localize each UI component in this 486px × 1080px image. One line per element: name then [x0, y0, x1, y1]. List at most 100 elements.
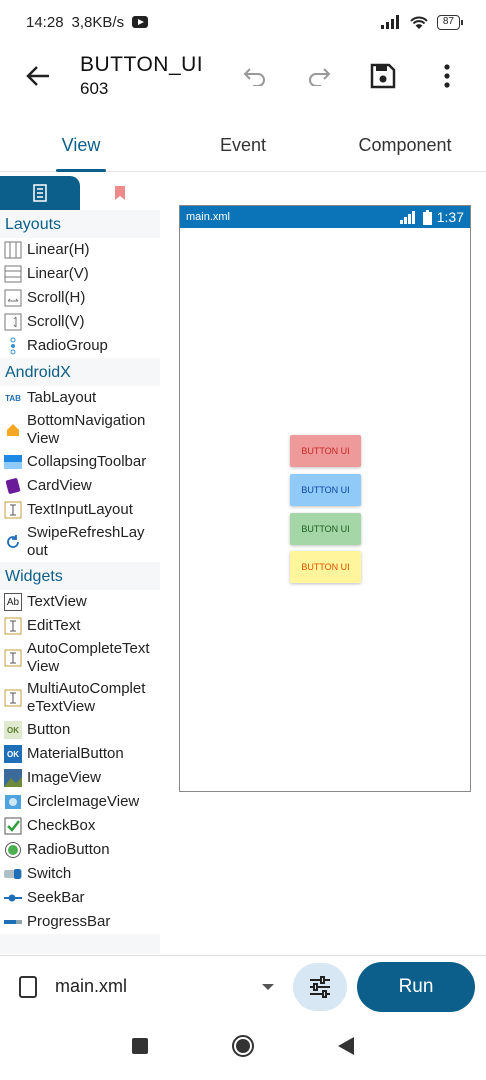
widget-palette[interactable]: Layouts Linear(H) Linear(V) Scroll(H) Sc…: [0, 176, 160, 954]
file-dropdown-button[interactable]: [261, 978, 275, 996]
tab-view[interactable]: View: [0, 120, 162, 171]
scroll-h-icon: [4, 289, 22, 307]
palette-item-label: AutoCompleteText View: [27, 640, 150, 675]
home-icon: [4, 421, 22, 439]
palette-item-bottomnavigation[interactable]: BottomNavigation View: [0, 410, 160, 450]
edittext-icon: [4, 617, 22, 635]
switch-icon: [4, 865, 22, 883]
layout-preview[interactable]: main.xml 1:37 BUTTON UI BUTTON UI BUTTON…: [179, 205, 471, 792]
palette-item-circleimageview[interactable]: CircleImageView: [0, 790, 160, 814]
tab-component[interactable]: Component: [324, 120, 486, 171]
palette-item-multiautocomplete[interactable]: MultiAutoComplet eTextView: [0, 678, 160, 718]
palette-item-tablayout[interactable]: TAB TabLayout: [0, 386, 160, 410]
palette-item-label: ImageView: [27, 769, 101, 786]
home-button[interactable]: [231, 1034, 255, 1063]
palette-item-switch[interactable]: Switch: [0, 862, 160, 886]
palette-tab-bookmarks[interactable]: [80, 176, 160, 210]
palette-item-textinputlayout[interactable]: TextInputLayout: [0, 498, 160, 522]
palette-item-linear-v[interactable]: Linear(V): [0, 262, 160, 286]
signal-icon: [380, 15, 399, 29]
back-button[interactable]: [18, 56, 58, 96]
file-icon: [19, 975, 37, 998]
palette-item-radiobutton[interactable]: RadioButton: [0, 838, 160, 862]
save-button[interactable]: [362, 55, 404, 97]
image-icon: [4, 769, 22, 787]
palette-item-autocompletetext[interactable]: AutoCompleteText View: [0, 638, 160, 678]
preview-status-bar: main.xml 1:37: [180, 206, 470, 228]
palette-item-label: Button: [27, 721, 71, 738]
palette-item-edittext[interactable]: EditText: [0, 614, 160, 638]
autocomplete-icon: [4, 649, 22, 667]
status-time: 14:28: [26, 13, 64, 31]
palette-item-label: SwipeRefreshLay out: [27, 524, 145, 559]
palette-item-materialbutton[interactable]: OK MaterialButton: [0, 742, 160, 766]
palette-item-swiperefresh[interactable]: SwipeRefreshLay out: [0, 522, 160, 562]
current-file-name[interactable]: main.xml: [55, 976, 127, 997]
system-nav-bar: [0, 1017, 486, 1080]
scroll-v-icon: [4, 313, 22, 331]
palette-item-label: TextInputLayout: [27, 501, 133, 518]
button-icon: OK: [4, 721, 22, 739]
linear-v-icon: [4, 265, 22, 283]
palette-item-label: CheckBox: [27, 817, 96, 834]
palette-item-collapsingtoolbar[interactable]: CollapsingToolbar: [0, 450, 160, 474]
preview-button-green[interactable]: BUTTON UI: [290, 513, 361, 545]
palette-item-textview[interactable]: Ab TextView: [0, 590, 160, 614]
redo-button[interactable]: [298, 55, 340, 97]
toolbar-icon: [4, 453, 22, 471]
battery-indicator: 87: [436, 14, 464, 30]
preview-button-red[interactable]: BUTTON UI: [290, 435, 361, 467]
battery-icon: [422, 209, 432, 225]
palette-item-progressbar[interactable]: ProgressBar: [0, 910, 160, 934]
palette-item-label: TextView: [27, 593, 87, 610]
status-right: 87: [380, 14, 464, 30]
palette-item-label: BottomNavigation View: [27, 412, 146, 447]
refresh-icon: [4, 533, 22, 551]
circle-image-icon: [4, 793, 22, 811]
section-widgets: Widgets: [0, 562, 160, 590]
back-nav-button[interactable]: [337, 1036, 355, 1061]
signal-icon: [399, 210, 415, 224]
palette-item-label: SeekBar: [27, 889, 85, 906]
arrow-left-icon: [26, 66, 49, 86]
linear-h-icon: [4, 241, 22, 259]
recents-button[interactable]: [131, 1037, 149, 1060]
save-icon: [370, 63, 396, 89]
palette-item-imageview[interactable]: ImageView: [0, 766, 160, 790]
palette-item-label: Scroll(H): [27, 289, 86, 306]
preview-file-name: main.xml: [186, 211, 231, 223]
material-button-icon: OK: [4, 745, 22, 763]
widgets-icon: [33, 184, 47, 202]
more-options-button[interactable]: [426, 55, 468, 97]
palette-item-label: EditText: [27, 617, 81, 634]
preview-button-yellow[interactable]: BUTTON UI: [290, 551, 361, 583]
run-button[interactable]: Run: [357, 961, 475, 1012]
palette-item-seekbar[interactable]: SeekBar: [0, 886, 160, 910]
title-block: BUTTON_UI 603: [80, 53, 203, 99]
palette-item-radiogroup[interactable]: RadioGroup: [0, 334, 160, 358]
section-layouts: Layouts: [0, 210, 160, 238]
palette-item-label: CollapsingToolbar: [27, 453, 147, 470]
palette-item-label: Linear(H): [27, 241, 90, 258]
palette-item-label: CircleImageView: [27, 793, 140, 810]
preview-button-blue[interactable]: BUTTON UI: [290, 474, 361, 506]
tab-bar: View Event Component: [0, 120, 486, 172]
palette-item-cardview[interactable]: CardView: [0, 474, 160, 498]
bottom-toolbar: main.xml Run: [0, 955, 486, 1017]
palette-item-label: MaterialButton: [27, 745, 124, 762]
palette-item-button[interactable]: OK Button: [0, 718, 160, 742]
more-vert-icon: [444, 64, 450, 88]
properties-button[interactable]: [293, 962, 347, 1011]
palette-item-scroll-v[interactable]: Scroll(V): [0, 310, 160, 334]
undo-icon: [243, 68, 265, 86]
palette-item-label: MultiAutoComplet eTextView: [27, 680, 146, 715]
tab-event[interactable]: Event: [162, 120, 324, 171]
project-title: BUTTON_UI: [80, 53, 204, 76]
palette-item-linear-h[interactable]: Linear(H): [0, 238, 160, 262]
checkbox-icon: [4, 817, 22, 835]
palette-item-scroll-h[interactable]: Scroll(H): [0, 286, 160, 310]
palette-item-checkbox[interactable]: CheckBox: [0, 814, 160, 838]
network-speed: 3,8KB/s: [71, 13, 125, 31]
undo-button[interactable]: [234, 55, 276, 97]
palette-tab-widgets[interactable]: [0, 176, 80, 210]
